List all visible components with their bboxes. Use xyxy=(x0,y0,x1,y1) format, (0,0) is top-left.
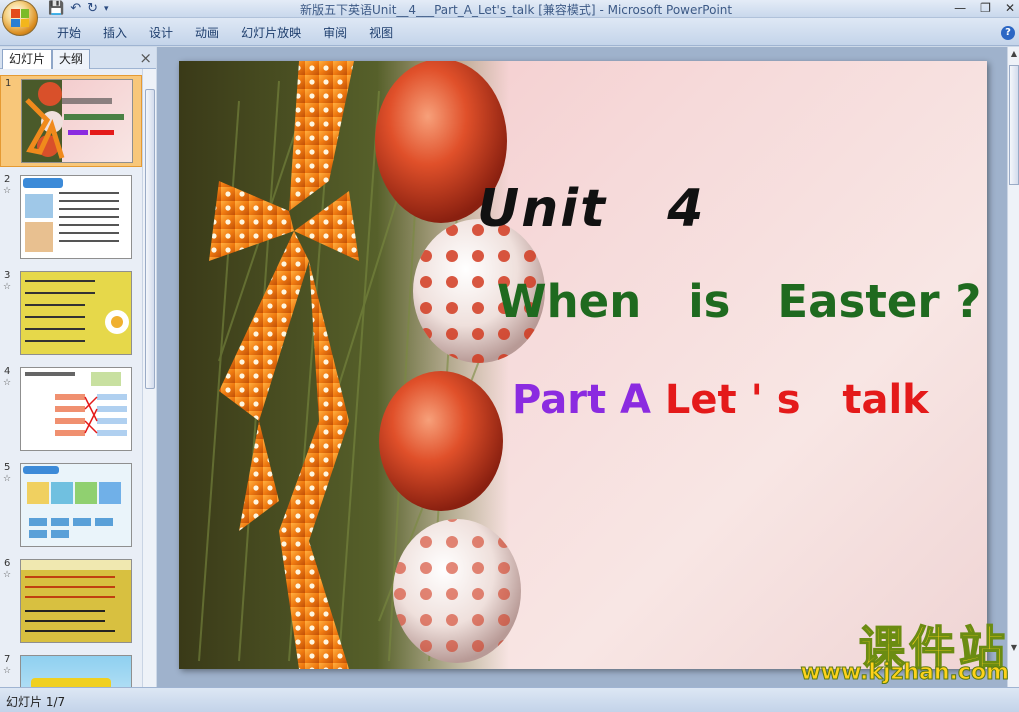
slide-thumbnail-6[interactable]: 6 ☆ xyxy=(0,556,142,648)
animation-star-icon: ☆ xyxy=(3,378,12,388)
slide-counter: 幻灯片 1/7 xyxy=(6,695,66,709)
close-icon[interactable]: ✕ xyxy=(1005,0,1015,16)
panel-tabs: 幻灯片 大纲 × xyxy=(0,47,156,69)
close-icon[interactable]: × xyxy=(139,49,152,67)
office-logo-icon xyxy=(11,9,29,27)
easter-eggs-image xyxy=(179,61,545,669)
slide-preview xyxy=(20,367,132,451)
slide-subtitle[interactable]: When is Easter ? xyxy=(497,275,981,328)
window-controls: — ❐ ✕ xyxy=(954,0,1015,16)
quick-access-toolbar: 💾 ↶ ↻ ▾ xyxy=(48,1,109,17)
scroll-up-icon[interactable]: ▲ xyxy=(1008,49,1019,63)
animation-star-icon: ☆ xyxy=(3,282,12,292)
animation-star-icon: ☆ xyxy=(3,186,12,196)
office-button[interactable] xyxy=(2,0,38,36)
slide-preview xyxy=(20,463,132,547)
thumbnail-scrollbar[interactable] xyxy=(142,69,156,687)
tab-view[interactable]: 视图 xyxy=(358,25,404,41)
lets-talk-text: Let ' s talk xyxy=(664,377,929,423)
ribbon-tab-bar: 开始 插入 设计 动画 幻灯片放映 审阅 视图 ? xyxy=(0,18,1019,46)
tab-animations[interactable]: 动画 xyxy=(184,25,230,41)
tab-insert[interactable]: 插入 xyxy=(92,25,138,41)
tab-slides[interactable]: 幻灯片 xyxy=(2,49,53,69)
slide-number: 1 xyxy=(5,78,12,89)
tab-design[interactable]: 设计 xyxy=(138,25,184,41)
slide-preview xyxy=(20,655,132,687)
slide-title[interactable]: Unit 4 xyxy=(477,179,705,239)
scrollbar-thumb[interactable] xyxy=(1009,65,1019,185)
scroll-down-icon[interactable]: ▼ xyxy=(1008,643,1019,657)
slides-panel: 幻灯片 大纲 × 1 2 ☆ 3 ☆ 4 ☆ 5 ☆ 6 ☆ 7 ☆ xyxy=(0,47,156,687)
slide-number: 4 xyxy=(4,366,11,377)
restore-icon[interactable]: ❐ xyxy=(980,0,991,16)
slide-number: 3 xyxy=(4,270,11,281)
slide-thumbnail-5[interactable]: 5 ☆ xyxy=(0,460,142,552)
current-slide[interactable]: Unit 4 When is Easter ? Part A Let ' s t… xyxy=(179,61,987,669)
slide-thumbnail-4[interactable]: 4 ☆ xyxy=(0,364,142,456)
slide-preview xyxy=(20,559,132,643)
slide-thumbnail-2[interactable]: 2 ☆ xyxy=(0,172,142,264)
slide-number: 5 xyxy=(4,462,11,473)
redo-icon[interactable]: ↻ xyxy=(87,1,98,17)
help-icon[interactable]: ? xyxy=(1001,26,1015,40)
slide-number: 7 xyxy=(4,654,11,665)
thumbnail-list: 1 2 ☆ 3 ☆ 4 ☆ 5 ☆ 6 ☆ 7 ☆ xyxy=(0,69,142,687)
slide-part-label[interactable]: Part A Let ' s talk xyxy=(512,377,929,423)
minimize-icon[interactable]: — xyxy=(954,0,966,16)
tab-outline[interactable]: 大纲 xyxy=(52,49,91,69)
watermark-url: www.kjzhan.com xyxy=(800,660,1010,686)
status-bar: 幻灯片 1/7 xyxy=(0,687,1019,712)
tab-home[interactable]: 开始 xyxy=(46,25,92,41)
tab-review[interactable]: 审阅 xyxy=(312,25,358,41)
window-title: 新版五下英语Unit__4___Part_A_Let's_talk [兼容模式]… xyxy=(300,3,733,17)
title-bar: 💾 ↶ ↻ ▾ 新版五下英语Unit__4___Part_A_Let's_tal… xyxy=(0,0,1019,36)
slide-scrollbar[interactable]: ▲ ▼ xyxy=(1007,47,1019,687)
slide-preview xyxy=(20,175,132,259)
slide-thumbnail-1[interactable]: 1 xyxy=(0,75,142,167)
animation-star-icon: ☆ xyxy=(3,666,12,676)
document-name: 新版五下英语Unit__4___Part_A_Let's_talk [兼容模式] xyxy=(300,3,596,17)
tab-slideshow[interactable]: 幻灯片放映 xyxy=(230,25,312,41)
animation-star-icon: ☆ xyxy=(3,474,12,484)
save-icon[interactable]: 💾 xyxy=(48,1,64,17)
app-name: Microsoft PowerPoint xyxy=(607,3,733,17)
customize-qat-icon[interactable]: ▾ xyxy=(104,1,109,17)
slide-number: 6 xyxy=(4,558,11,569)
slide-editing-area: Unit 4 When is Easter ? Part A Let ' s t… xyxy=(157,47,1007,687)
scrollbar-thumb[interactable] xyxy=(145,89,155,389)
undo-icon[interactable]: ↶ xyxy=(70,1,81,17)
slide-thumbnail-7[interactable]: 7 ☆ xyxy=(0,652,142,687)
animation-star-icon: ☆ xyxy=(3,570,12,580)
slide-preview xyxy=(21,79,133,163)
part-a-text: Part A xyxy=(512,377,651,423)
slide-number: 2 xyxy=(4,174,11,185)
slide-thumbnail-3[interactable]: 3 ☆ xyxy=(0,268,142,360)
slide-preview xyxy=(20,271,132,355)
